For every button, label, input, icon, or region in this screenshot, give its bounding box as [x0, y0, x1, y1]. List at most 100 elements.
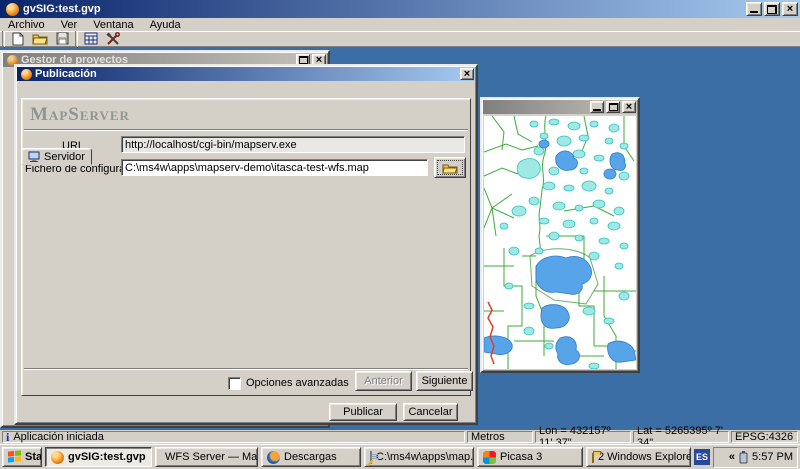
tools-icon [106, 32, 120, 46]
status-units-cell: Metros [467, 431, 533, 443]
minimize-icon [593, 104, 601, 111]
taskbar-item-explorer-group[interactable]: 2 Windows Explorer ▾ [586, 447, 691, 467]
dialog-titlebar: Publicación × [17, 67, 475, 81]
taskbar-item-label: WFS Server — Map... [165, 451, 258, 463]
restore-button[interactable] [764, 2, 780, 16]
brand-divider [24, 129, 468, 131]
anterior-label: Anterior [364, 375, 403, 387]
menu-ayuda[interactable]: Ayuda [142, 18, 189, 31]
windows-logo-icon [8, 450, 21, 463]
publicar-label: Publicar [343, 406, 383, 418]
status-epsg-cell: EPSG:4326 [731, 431, 798, 443]
map-window-titlebar: × [483, 100, 637, 114]
save-icon [56, 32, 69, 45]
map-minimize-button[interactable] [590, 101, 604, 113]
publicacion-dialog: Publicación × Servidor Servicio Recursos [14, 64, 478, 425]
preferences-button[interactable] [102, 30, 124, 47]
language-label: ES [696, 452, 708, 462]
gvsig-dialog-icon [21, 69, 32, 80]
close-button[interactable]: × [782, 2, 798, 16]
publicar-button[interactable]: Publicar [329, 403, 397, 421]
clock[interactable]: 5:57 PM [752, 451, 793, 463]
tray-collapse-chevron[interactable]: « [729, 451, 735, 463]
taskbar-item-wfs-server[interactable]: WFS Server — Map... [155, 447, 258, 467]
taskbar-item-map-file[interactable]: C:\ms4w\apps\map... [364, 447, 474, 467]
taskbar-item-picasa[interactable]: Picasa 3 [477, 447, 583, 467]
map-canvas[interactable] [484, 116, 636, 369]
config-file-value: C:\ms4w\apps\mapserv-demo\itasca-test-wf… [125, 162, 369, 174]
cancelar-button[interactable]: Cancelar [403, 403, 458, 421]
minimize-button[interactable] [746, 2, 762, 16]
dialog-title: Publicación [35, 68, 460, 80]
app-title: gvSIG:test.gvp [23, 3, 746, 15]
siguiente-label: Siguiente [422, 375, 468, 387]
server-icon [28, 151, 40, 162]
url-input[interactable]: http://localhost/cgi-bin/mapserv.exe [121, 136, 465, 153]
gvsig-app-icon [6, 3, 19, 16]
anterior-button: Anterior [355, 371, 412, 391]
advanced-options-checkbox[interactable] [228, 377, 241, 390]
toolbar [0, 31, 800, 47]
text-editor-icon [370, 451, 372, 464]
taskbar: Start gvSIG:test.gvp WFS Server — Map...… [0, 444, 800, 469]
mdi-client-area: Gestor de proyectos × × [0, 47, 800, 430]
map-view-window: × [480, 97, 640, 373]
dialog-close-button[interactable]: × [460, 68, 474, 80]
cancelar-label: Cancelar [408, 406, 452, 418]
config-file-input[interactable]: C:\ms4w\apps\mapserv-demo\itasca-test-wf… [121, 159, 428, 176]
toolbar-separator [75, 31, 78, 47]
gvsig-icon [51, 451, 64, 464]
taskbar-item-label: Picasa 3 [500, 451, 542, 463]
map-close-button[interactable]: × [622, 101, 636, 113]
status-lon-cell: Lon = 432157º 11' 37" [535, 431, 631, 443]
project-manager-button[interactable] [80, 30, 102, 47]
statusbar: i Aplicación iniciada Metros Lon = 43215… [0, 430, 800, 444]
url-value: http://localhost/cgi-bin/mapserv.exe [125, 139, 297, 151]
tab-servidor-label: Servidor [44, 151, 85, 163]
mapserver-wordmark: MapServer [30, 104, 130, 126]
picasa-icon [483, 451, 496, 464]
status-epsg: EPSG:4326 [735, 431, 793, 443]
start-label: Start [25, 451, 42, 463]
taskbar-item-label: Descargas [284, 451, 337, 463]
status-lat-cell: Lat = 5265395º 7' 34" [633, 431, 729, 443]
language-indicator[interactable]: ES [694, 449, 710, 465]
siguiente-button[interactable]: Siguiente [416, 371, 473, 391]
bottom-divider [24, 368, 468, 370]
system-tray: « 5:57 PM [713, 447, 798, 468]
status-units: Metros [471, 431, 505, 443]
app-titlebar: gvSIG:test.gvp × [0, 0, 800, 18]
advanced-options-label: Opciones avanzadas [246, 377, 349, 389]
project-manager-icon [84, 32, 98, 45]
tray-device-icon[interactable] [739, 451, 748, 464]
taskbar-item-label: gvSIG:test.gvp [68, 451, 146, 463]
maximize-icon [609, 103, 618, 111]
new-document-icon [12, 32, 24, 46]
taskbar-item-label: C:\ms4w\apps\map... [376, 451, 474, 463]
minimize-icon [750, 6, 758, 13]
restore-icon [767, 5, 777, 14]
status-message: Aplicación iniciada [13, 431, 104, 443]
status-message-cell: i Aplicación iniciada [2, 431, 465, 443]
start-button[interactable]: Start [2, 447, 42, 467]
firefox-icon [267, 451, 280, 464]
focus-rect [437, 160, 463, 175]
save-project-button[interactable] [51, 30, 73, 47]
desktop-screen: gvSIG:test.gvp × Archivo Ver Ventana Ayu… [0, 0, 800, 469]
info-icon: i [6, 430, 9, 445]
open-folder-icon [32, 32, 48, 45]
new-document-button[interactable] [7, 30, 29, 47]
advanced-options-row: Opciones avanzadas [228, 373, 349, 393]
taskbar-item-label: 2 Windows Explorer [598, 451, 691, 463]
taskbar-item-gvsig[interactable]: gvSIG:test.gvp [45, 447, 152, 467]
browse-button[interactable] [434, 157, 466, 178]
taskbar-item-descargas[interactable]: Descargas [261, 447, 361, 467]
map-maximize-button[interactable] [606, 101, 620, 113]
folder-icon [592, 453, 594, 463]
tab-servidor[interactable]: Servidor [21, 148, 92, 165]
itasca-map-graphic [484, 116, 636, 369]
tab-panel: MapServer URL http://localhost/cgi-bin/m… [21, 98, 471, 396]
maximize-icon [299, 56, 308, 64]
open-project-button[interactable] [29, 30, 51, 47]
toolbar-handle [2, 31, 5, 47]
